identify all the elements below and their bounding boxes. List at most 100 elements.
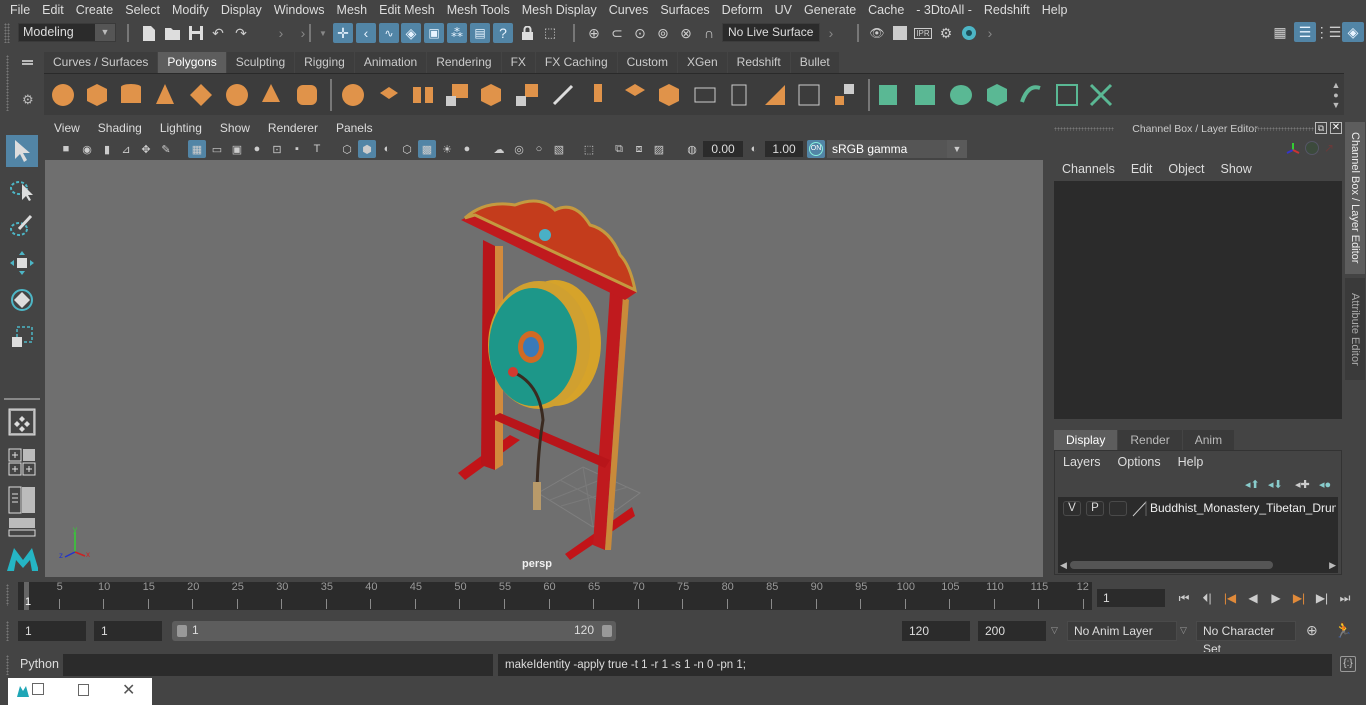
layer-display-type-toggle[interactable] — [1109, 501, 1127, 516]
move-layer-up-icon[interactable]: ◂⬆ — [1245, 478, 1260, 491]
playback-start-field[interactable]: 1 — [94, 621, 162, 641]
collapse-icon[interactable] — [832, 82, 858, 108]
automatic-uv-icon[interactable] — [984, 82, 1010, 108]
viewport-menu-shading[interactable]: Shading — [89, 121, 151, 139]
shelf-scroll-icon[interactable]: ▲ ● ▼ — [1328, 80, 1344, 112]
modeling-toolkit-icon[interactable]: ▦ — [1270, 22, 1290, 42]
bevel-icon[interactable] — [514, 82, 540, 108]
planar-uv-icon[interactable] — [876, 82, 902, 108]
poly-plane-icon[interactable] — [188, 82, 214, 108]
textured-icon[interactable]: ▩ — [418, 140, 436, 158]
2d-pan-zoom-icon[interactable]: ✥ — [137, 140, 155, 158]
xray-joints-icon[interactable]: ⧈ — [630, 140, 648, 158]
channel-box-menu-object[interactable]: Object — [1160, 162, 1212, 176]
new-layer-from-selection-icon[interactable]: ◂● — [1319, 478, 1331, 491]
resolution-gate-icon[interactable]: ▣ — [228, 140, 246, 158]
menu-curves[interactable]: Curves — [603, 3, 655, 17]
go-to-start-icon[interactable]: ⏮ — [1174, 589, 1194, 607]
animation-preferences-icon[interactable]: 🏃 — [1334, 621, 1353, 639]
shelf-tab-fx[interactable]: FX — [501, 52, 535, 73]
image-plane-icon[interactable]: ⊿ — [117, 140, 135, 158]
wireframe-on-shaded-icon[interactable]: ⬡ — [398, 140, 416, 158]
playback-end-field[interactable]: 120 — [902, 621, 970, 641]
auto-key-icon[interactable]: ⊕ — [1306, 622, 1318, 639]
four-view-layout-icon[interactable] — [6, 446, 38, 478]
viewport-menu-panels[interactable]: Panels — [327, 121, 382, 139]
layout-uv-icon[interactable] — [1088, 82, 1114, 108]
viewport-menu-view[interactable]: View — [45, 121, 89, 139]
shelf-settings-gear-icon[interactable]: ⚙ — [22, 92, 34, 108]
time-slider[interactable]: 1 5 10 15 20 25 30 35 40 45 50 55 60 65 70 75 80 85 90 95 1… — [18, 581, 1092, 610]
move-layer-down-icon[interactable]: ◂⬇ — [1268, 478, 1283, 491]
restore-icon[interactable] — [32, 683, 44, 695]
screen-space-ao-icon[interactable]: ☁ — [490, 140, 508, 158]
render-view-icon[interactable]: 👁 — [867, 23, 887, 43]
menu-mesh-tools[interactable]: Mesh Tools — [441, 3, 516, 17]
layer-menu-layers[interactable]: Layers — [1063, 455, 1109, 469]
snap-curve-icon[interactable]: ⊂ — [607, 23, 627, 43]
film-gate-icon[interactable]: ▭ — [208, 140, 226, 158]
perspective-viewport[interactable]: y z x — [45, 160, 1043, 577]
poly-cylinder-icon[interactable] — [118, 82, 144, 108]
layer-list-horizontal-scrollbar[interactable]: ◀ ▶ — [1058, 559, 1338, 571]
shelf-tab-fx-caching[interactable]: FX Caching — [535, 52, 617, 73]
go-to-end-icon[interactable]: ⏭ — [1335, 589, 1355, 607]
select-tool-icon[interactable] — [6, 135, 38, 167]
shelf-tab-xgen[interactable]: XGen — [677, 52, 727, 73]
channel-box-menu-edit[interactable]: Edit — [1123, 162, 1161, 176]
select-by-component-icon[interactable]: ∿ — [379, 23, 399, 43]
smooth-shade-icon[interactable]: ⬢ — [358, 140, 376, 158]
collapse-arrow-icon[interactable]: › — [985, 23, 995, 43]
shelf-tab-polygons[interactable]: Polygons — [158, 52, 226, 73]
snap-view-plane-icon[interactable]: ⊚ — [653, 23, 673, 43]
isolate-select-icon[interactable]: ⬚ — [580, 140, 598, 158]
command-input[interactable] — [63, 654, 493, 676]
menu-uv[interactable]: UV — [769, 3, 798, 17]
highlight-selection-icon[interactable]: ⬚ — [540, 23, 560, 43]
shelf-menu-icon[interactable] — [22, 60, 33, 65]
persp-graph-layout-icon[interactable] — [6, 516, 38, 538]
new-scene-icon[interactable] — [139, 23, 159, 43]
layer-row[interactable]: V P Buddhist_Monastery_Tibetan_Drum_( — [1058, 497, 1338, 521]
scroll-right-icon[interactable]: ▶ — [1329, 560, 1336, 571]
menu-edit-mesh[interactable]: Edit Mesh — [373, 3, 441, 17]
step-back-frame-icon[interactable]: ⏴| — [1197, 589, 1217, 607]
gamma-field[interactable]: 1.00 — [765, 141, 803, 157]
shelf-tab-animation[interactable]: Animation — [354, 52, 427, 73]
menu-mesh[interactable]: Mesh — [331, 3, 374, 17]
menu-help[interactable]: Help — [1036, 3, 1074, 17]
step-forward-key-icon[interactable]: ▶| — [1289, 589, 1309, 607]
menu-create[interactable]: Create — [70, 3, 120, 17]
menu-3dtoall[interactable]: - 3DtoAll - — [910, 3, 978, 17]
chevron-down-icon[interactable]: ▽ — [1180, 625, 1187, 636]
offset-loop-icon[interactable] — [762, 82, 788, 108]
viewport-menu-lighting[interactable]: Lighting — [151, 121, 211, 139]
xray-icon[interactable]: ⧉ — [610, 140, 628, 158]
target-weld-icon[interactable] — [656, 82, 682, 108]
motion-blur-icon[interactable]: ◎ — [510, 140, 528, 158]
layer-color-swatch[interactable] — [1132, 500, 1147, 517]
unfold-uv-icon[interactable] — [1018, 82, 1044, 108]
single-perspective-layout-icon[interactable] — [6, 406, 38, 438]
menu-edit[interactable]: Edit — [36, 3, 70, 17]
append-icon[interactable] — [586, 82, 612, 108]
select-rendering-icon[interactable]: ▤ — [470, 23, 490, 43]
float-panel-icon[interactable]: ⧉ — [1315, 122, 1327, 134]
menu-mesh-display[interactable]: Mesh Display — [516, 3, 603, 17]
cylindrical-uv-icon[interactable] — [912, 82, 938, 108]
menu-select[interactable]: Select — [119, 3, 166, 17]
side-tab-attribute-editor[interactable]: Attribute Editor — [1345, 278, 1365, 380]
safe-title-icon[interactable]: T — [308, 140, 326, 158]
drag-handle[interactable] — [1254, 127, 1314, 131]
new-layer-icon[interactable]: ◂✚ — [1295, 478, 1310, 491]
speed-icon[interactable] — [1305, 141, 1319, 155]
range-slider[interactable]: 1 120 — [172, 621, 616, 641]
layer-playback-toggle[interactable]: P — [1086, 501, 1104, 516]
select-deformations-icon[interactable]: ▣ — [424, 23, 444, 43]
live-surface-field[interactable]: No Live Surface — [722, 23, 820, 42]
collapse-arrow-icon[interactable]: › — [826, 23, 836, 43]
drag-handle[interactable] — [1054, 127, 1114, 131]
channel-box-list[interactable] — [1054, 181, 1342, 419]
play-forwards-icon[interactable]: ▶ — [1266, 589, 1286, 607]
animation-start-field[interactable]: 1 — [18, 621, 86, 641]
